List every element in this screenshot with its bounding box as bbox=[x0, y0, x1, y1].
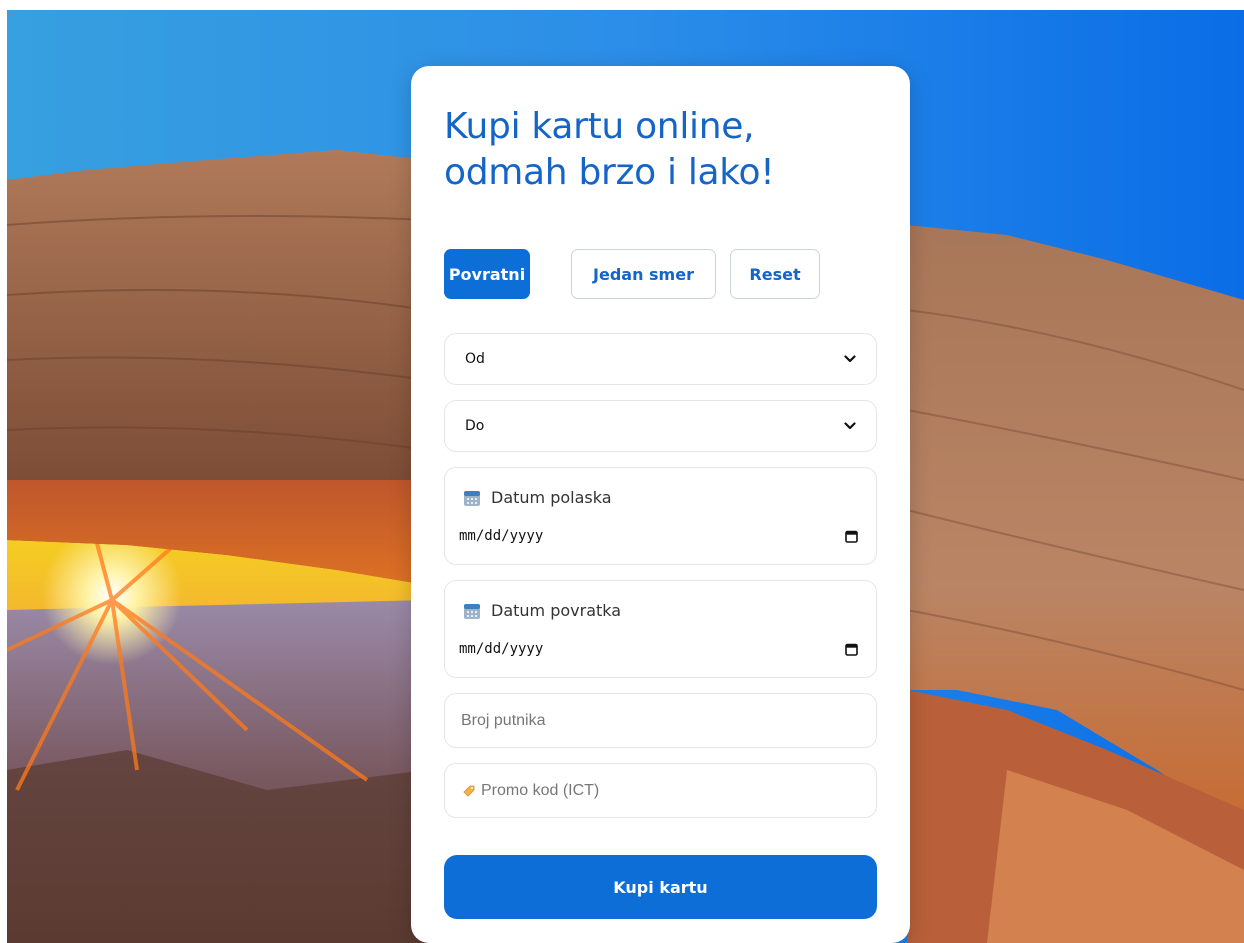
to-select[interactable]: Do bbox=[444, 400, 877, 452]
from-select[interactable]: Od bbox=[444, 333, 877, 385]
passengers-input[interactable]: Broj putnika bbox=[444, 693, 877, 748]
promo-code-input[interactable]: Promo kod (ICT) bbox=[444, 763, 877, 818]
chevron-down-icon bbox=[844, 355, 856, 363]
calendar-picker-icon[interactable] bbox=[845, 530, 858, 543]
departure-date-label: Datum polaska bbox=[491, 488, 612, 507]
departure-date-field[interactable]: Datum polaska mm/dd/yyyy bbox=[444, 467, 877, 565]
return-date-label: Datum povratka bbox=[491, 601, 622, 620]
to-select-value: Do bbox=[465, 418, 485, 434]
departure-date-value: mm/dd/yyyy bbox=[459, 528, 544, 544]
return-date-input[interactable]: mm/dd/yyyy bbox=[459, 641, 858, 657]
departure-date-label-row: Datum polaska bbox=[463, 488, 612, 507]
departure-date-input[interactable]: mm/dd/yyyy bbox=[459, 528, 858, 544]
return-date-value: mm/dd/yyyy bbox=[459, 641, 544, 657]
passengers-placeholder: Broj putnika bbox=[461, 711, 546, 729]
tab-one-way[interactable]: Jedan smer bbox=[571, 249, 716, 299]
page-title: Kupi kartu online, odmah brzo i lako! bbox=[444, 106, 775, 193]
tag-icon bbox=[463, 785, 475, 797]
return-date-label-row: Datum povratka bbox=[463, 601, 621, 620]
calendar-icon bbox=[464, 603, 480, 619]
calendar-icon bbox=[464, 490, 480, 506]
page-viewport: Kupi kartu online, odmah brzo i lako! Po… bbox=[7, 10, 1244, 943]
return-date-field[interactable]: Datum povratka mm/dd/yyyy bbox=[444, 580, 877, 678]
chevron-down-icon bbox=[844, 422, 856, 430]
tab-round-trip[interactable]: Povratni bbox=[444, 249, 530, 299]
buy-ticket-button[interactable]: Kupi kartu bbox=[444, 855, 877, 919]
ticket-form-card: Kupi kartu online, odmah brzo i lako! Po… bbox=[411, 66, 910, 943]
calendar-picker-icon[interactable] bbox=[845, 643, 858, 656]
reset-button[interactable]: Reset bbox=[730, 249, 820, 299]
promo-code-placeholder: Promo kod (ICT) bbox=[481, 781, 600, 799]
from-select-value: Od bbox=[465, 351, 485, 367]
